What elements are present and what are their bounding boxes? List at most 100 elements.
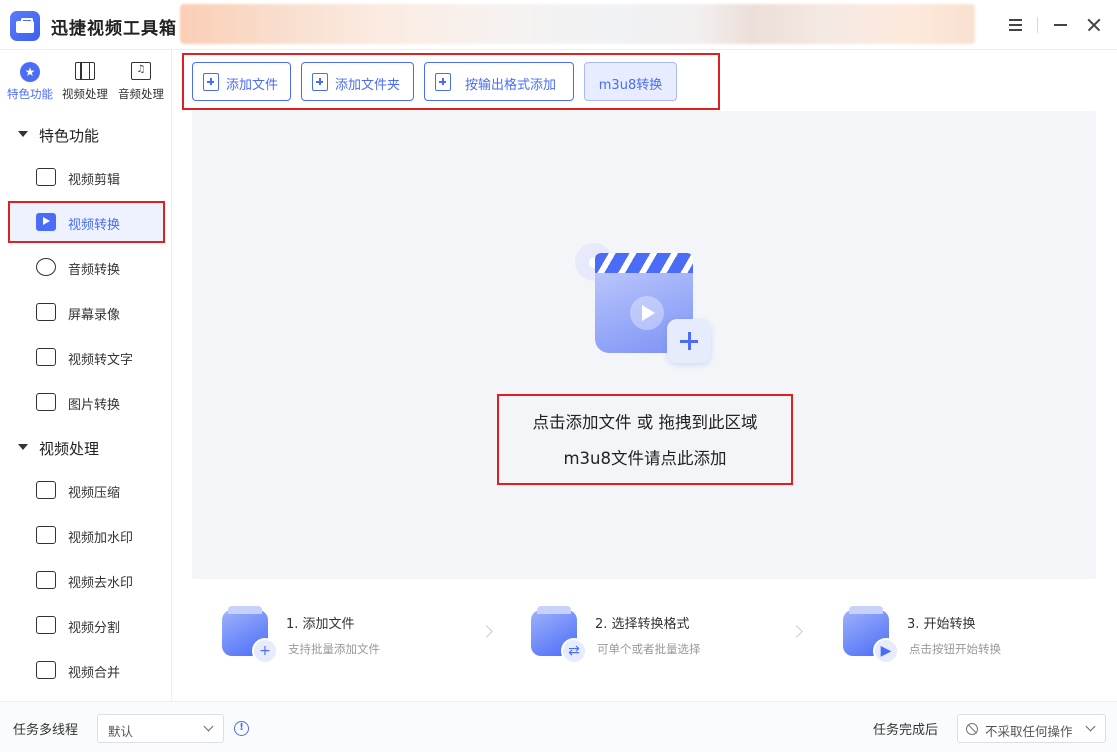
step-desc: 支持批量添加文件 xyxy=(288,642,380,656)
sidebar-item-video-convert[interactable]: 视频转换 xyxy=(8,201,165,243)
sidebar-item-video-compress[interactable]: 视频压缩 xyxy=(10,471,163,509)
sidebar-item-label: 图片转换 xyxy=(68,398,121,413)
step-choose-format: ⇄ 2. 选择转换格式 可单个或者批量选择 xyxy=(531,606,791,666)
ban-icon xyxy=(966,723,978,735)
step-title: 3. 开始转换 xyxy=(907,617,976,632)
step-desc: 可单个或者批量选择 xyxy=(597,642,701,656)
group-title: 视频处理 xyxy=(39,440,100,458)
add-folder-label: 添加文件夹 xyxy=(335,78,401,93)
title-bar: 迅捷视频工具箱 xyxy=(0,0,1117,50)
category-tab-audio[interactable]: ♫ 音频处理 xyxy=(113,58,169,106)
sidebar-item-screen-record[interactable]: 屏幕录像 xyxy=(10,293,163,331)
window-control-divider xyxy=(1037,17,1038,33)
m3u8-convert-button[interactable]: m3u8转换 xyxy=(584,62,677,101)
sidebar-item-label: 视频加水印 xyxy=(68,531,134,546)
category-tab-video[interactable]: 视频处理 xyxy=(57,58,113,106)
add-by-format-label: 按输出格式添加 xyxy=(465,78,557,93)
chevron-down-icon xyxy=(1085,721,1096,732)
sidebar-item-video-edit[interactable]: 视频剪辑 xyxy=(10,158,163,196)
plus-icon[interactable] xyxy=(667,319,711,363)
sidebar-item-audio-convert[interactable]: 音频转换 xyxy=(10,248,163,286)
remove-watermark-icon xyxy=(36,571,56,589)
toolbox-logo-icon xyxy=(10,11,40,41)
caret-down-icon xyxy=(18,444,28,450)
menu-icon[interactable] xyxy=(1005,14,1027,36)
clapper-top xyxy=(595,253,693,275)
chevron-down-icon xyxy=(203,721,214,732)
group-header-featured[interactable]: 特色功能 xyxy=(0,122,172,148)
app-title: 迅捷视频工具箱 xyxy=(51,19,177,39)
sidebar-item-label: 视频转换 xyxy=(68,218,121,233)
sidebar: ★ 特色功能 视频处理 ♫ 音频处理 特色功能 视频剪辑 视频转换 音频转换 屏… xyxy=(0,50,172,701)
sidebar-item-label: 视频转文字 xyxy=(68,353,134,368)
multithread-select[interactable]: 默认 xyxy=(97,714,224,743)
bottom-bar: 任务多线程 默认 ! 任务完成后 不采取任何操作 xyxy=(0,701,1117,752)
sidebar-item-add-watermark[interactable]: 视频加水印 xyxy=(10,516,163,554)
sidebar-item-label: 视频去水印 xyxy=(68,576,134,591)
merge-icon xyxy=(36,661,56,679)
add-file-button[interactable]: 添加文件 xyxy=(192,62,291,101)
video-to-text-icon xyxy=(36,348,56,366)
close-icon[interactable] xyxy=(1083,14,1105,36)
category-tab-label: 音频处理 xyxy=(118,87,164,101)
add-file-label: 添加文件 xyxy=(226,78,279,93)
image-icon xyxy=(36,393,56,411)
play-badge-icon: ▶ xyxy=(873,638,899,664)
step-desc: 点击按钮开始转换 xyxy=(909,642,1001,656)
add-by-format-button[interactable]: 按输出格式添加 xyxy=(424,62,574,101)
music-icon: ♫ xyxy=(131,62,151,80)
sidebar-item-image-convert[interactable]: 图片转换 xyxy=(10,383,163,421)
sidebar-item-remove-watermark[interactable]: 视频去水印 xyxy=(10,561,163,599)
screen-record-icon xyxy=(36,303,56,321)
after-complete-select[interactable]: 不采取任何操作 xyxy=(957,714,1106,743)
category-tab-label: 视频处理 xyxy=(62,87,108,101)
minimize-icon[interactable] xyxy=(1050,14,1072,36)
add-file-step-icon: + xyxy=(222,606,278,664)
star-icon: ★ xyxy=(20,62,40,82)
sidebar-item-label: 视频压缩 xyxy=(68,486,121,501)
play-icon xyxy=(630,296,664,330)
sidebar-item-video-to-text[interactable]: 视频转文字 xyxy=(10,338,163,376)
add-folder-button[interactable]: 添加文件夹 xyxy=(301,62,414,101)
sidebar-item-label: 视频分割 xyxy=(68,621,121,636)
multithread-value: 默认 xyxy=(108,724,134,739)
sidebar-item-video-merge[interactable]: 视频合并 xyxy=(10,651,163,689)
crop-icon xyxy=(36,168,56,186)
split-icon xyxy=(36,616,56,634)
video-convert-icon xyxy=(36,213,56,231)
chevron-right-icon xyxy=(480,625,493,638)
add-file-icon xyxy=(203,73,219,91)
step-add-file: + 1. 添加文件 支持批量添加文件 xyxy=(222,606,482,666)
convert-step-icon: ▶ xyxy=(843,606,899,664)
add-folder-icon xyxy=(312,73,328,91)
format-step-icon: ⇄ xyxy=(531,606,587,664)
step-title: 2. 选择转换格式 xyxy=(595,617,690,632)
ad-banner[interactable] xyxy=(180,4,975,44)
after-complete-label: 任务完成后 xyxy=(873,723,939,738)
audio-wave-icon xyxy=(36,258,56,276)
add-watermark-icon xyxy=(36,526,56,544)
plus-badge-icon: + xyxy=(252,638,278,664)
category-tab-featured[interactable]: ★ 特色功能 xyxy=(2,58,58,106)
sidebar-item-video-split[interactable]: 视频分割 xyxy=(10,606,163,644)
video-clapper-icon[interactable] xyxy=(575,243,715,368)
info-icon[interactable]: ! xyxy=(234,721,249,736)
swap-badge-icon: ⇄ xyxy=(561,638,587,664)
step-title: 1. 添加文件 xyxy=(286,617,355,632)
multithread-label: 任务多线程 xyxy=(13,723,79,738)
caret-down-icon xyxy=(18,131,28,137)
step-start-convert: ▶ 3. 开始转换 点击按钮开始转换 xyxy=(843,606,1103,666)
sidebar-item-label: 音频转换 xyxy=(68,263,121,278)
compress-icon xyxy=(36,481,56,499)
drop-hint[interactable]: 点击添加文件 或 拖拽到此区域 m3u8文件请点此添加 xyxy=(497,394,793,485)
sidebar-item-label: 视频合并 xyxy=(68,666,121,681)
film-icon xyxy=(75,62,95,80)
category-tabs: ★ 特色功能 视频处理 ♫ 音频处理 xyxy=(0,50,172,112)
drop-hint-line1: 点击添加文件 或 拖拽到此区域 xyxy=(532,413,758,432)
sidebar-item-label: 屏幕录像 xyxy=(68,308,121,323)
add-by-format-icon xyxy=(435,73,451,91)
m3u8-convert-label: m3u8转换 xyxy=(598,78,663,93)
chevron-right-icon xyxy=(790,625,803,638)
group-header-video[interactable]: 视频处理 xyxy=(0,435,172,461)
drop-hint-m3u8[interactable]: m3u8文件请点此添加 xyxy=(499,445,791,469)
